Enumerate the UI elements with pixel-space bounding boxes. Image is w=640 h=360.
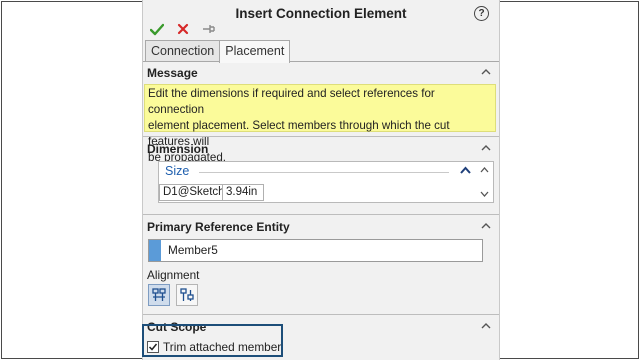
dimension-name-cell[interactable]: D1@Sketch1 bbox=[159, 184, 231, 201]
align-offset-icon bbox=[180, 288, 194, 301]
reference-heading: Primary Reference Entity bbox=[147, 220, 290, 234]
pushpin-icon bbox=[203, 25, 215, 33]
message-header[interactable]: Message bbox=[143, 64, 499, 82]
tab-strip: Connection Placement bbox=[145, 40, 291, 63]
message-box: Edit the dimensions if required and sele… bbox=[144, 84, 496, 164]
dimension-heading: Dimension bbox=[147, 142, 209, 156]
dimension-section: Dimension bbox=[143, 140, 499, 158]
size-group-label: Size bbox=[165, 164, 190, 178]
cancel-button[interactable] bbox=[175, 21, 191, 37]
ok-button[interactable] bbox=[149, 21, 165, 37]
cut-scope-header[interactable]: Cut Scope bbox=[143, 318, 499, 336]
cut-scope-section: Cut Scope bbox=[143, 318, 499, 336]
chevron-up-icon[interactable] bbox=[481, 67, 491, 77]
panel-title: Insert Connection Element bbox=[235, 6, 407, 21]
alignment-label: Alignment bbox=[147, 268, 200, 282]
dimension-group: Size D1@Sketch1 3.94in bbox=[158, 161, 494, 203]
dimension-value-cell[interactable]: 3.94in bbox=[222, 184, 264, 201]
size-divider bbox=[199, 172, 449, 173]
message-line-1: Edit the dimensions if required and sele… bbox=[148, 87, 435, 116]
chevron-up-icon[interactable] bbox=[481, 221, 491, 231]
section-divider bbox=[143, 314, 499, 315]
action-buttons bbox=[149, 20, 217, 38]
section-divider bbox=[143, 136, 499, 137]
dimension-header[interactable]: Dimension bbox=[143, 140, 499, 158]
property-manager-panel: Insert Connection Element ? Connection P… bbox=[142, 0, 500, 360]
keep-visible-button[interactable] bbox=[201, 21, 217, 37]
chevron-up-icon[interactable] bbox=[481, 321, 491, 331]
trim-checkbox[interactable] bbox=[147, 341, 159, 353]
trim-attached-member-option[interactable]: Trim attached member bbox=[147, 340, 281, 354]
chevron-up-icon[interactable] bbox=[460, 166, 471, 175]
scroll-down-icon[interactable] bbox=[480, 190, 489, 198]
checkmark-icon bbox=[148, 343, 158, 351]
checkmark-icon bbox=[150, 23, 164, 35]
reference-section: Primary Reference Entity bbox=[143, 218, 499, 236]
tab-connection[interactable]: Connection bbox=[145, 40, 221, 62]
scroll-up-icon[interactable] bbox=[480, 166, 489, 174]
x-icon bbox=[177, 23, 189, 35]
cut-scope-heading: Cut Scope bbox=[147, 320, 207, 334]
message-heading: Message bbox=[147, 66, 198, 80]
trim-checkbox-label: Trim attached member bbox=[163, 340, 282, 354]
reference-header[interactable]: Primary Reference Entity bbox=[143, 218, 499, 236]
section-divider bbox=[143, 214, 499, 215]
help-icon[interactable]: ? bbox=[474, 6, 489, 21]
align-centered-icon bbox=[152, 288, 166, 301]
chevron-up-icon[interactable] bbox=[481, 143, 491, 153]
reference-selection-box[interactable]: Member5 bbox=[148, 239, 483, 262]
reference-value: Member5 bbox=[168, 243, 218, 257]
message-section: Message bbox=[143, 64, 499, 82]
align-centered-button[interactable] bbox=[148, 284, 170, 306]
selection-color-chip bbox=[149, 240, 161, 261]
tab-divider bbox=[143, 61, 499, 62]
align-offset-button[interactable] bbox=[176, 284, 198, 306]
tab-placement[interactable]: Placement bbox=[219, 40, 291, 63]
